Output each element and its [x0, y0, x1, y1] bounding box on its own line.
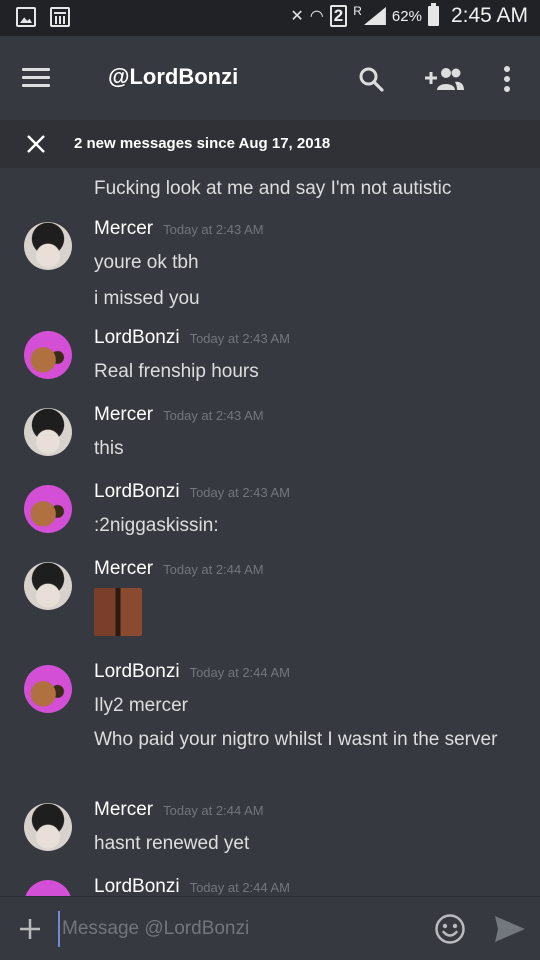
new-messages-bar[interactable]: 2 new messages since Aug 17, 2018	[0, 120, 540, 168]
author-name[interactable]: LordBonzi	[94, 661, 180, 682]
avatar[interactable]	[24, 485, 72, 533]
message-text: :2niggaskissin:	[94, 515, 219, 536]
emoji-icon[interactable]	[434, 913, 466, 945]
message-header: Mercer Today at 2:43 AM	[94, 218, 264, 240]
timestamp: Today at 2:43 AM	[189, 331, 291, 346]
battery-icon	[427, 3, 439, 26]
message-header: LordBonzi Today at 2:44 AM	[94, 876, 290, 896]
battery-percent: 62%	[391, 7, 422, 25]
clock: 2:45 AM	[450, 4, 528, 27]
avatar[interactable]	[24, 803, 72, 851]
timestamp: Today at 2:43 AM	[163, 222, 264, 237]
plus-icon[interactable]	[18, 917, 42, 941]
status-bar-right: ✕ ◠ 2 R 62% 2:45 AM	[290, 3, 528, 28]
message-header: Mercer Today at 2:44 AM	[94, 799, 264, 821]
author-name[interactable]: Mercer	[94, 799, 153, 820]
close-icon[interactable]	[26, 134, 46, 154]
add-friend-icon[interactable]	[424, 66, 464, 92]
message-text: Fucking look at me and say I'm not autis…	[94, 178, 452, 199]
gallery-notification-icon	[16, 7, 36, 27]
send-icon[interactable]	[494, 915, 526, 943]
signal-icon	[363, 7, 386, 25]
search-icon[interactable]	[358, 66, 384, 92]
status-bar: ✕ ◠ 2 R 62% 2:45 AM	[0, 0, 540, 36]
attachment-image[interactable]	[94, 588, 142, 636]
message-text: Real frenship hours	[94, 361, 259, 382]
timestamp: Today at 2:43 AM	[189, 485, 291, 500]
author-name[interactable]: Mercer	[94, 218, 153, 239]
page-title: @LordBonzi	[108, 64, 239, 89]
avatar[interactable]	[24, 880, 72, 896]
timestamp: Today at 2:44 AM	[163, 803, 264, 818]
message-composer	[0, 896, 540, 960]
timestamp: Today at 2:44 AM	[163, 562, 264, 577]
timestamp: Today at 2:43 AM	[163, 408, 264, 423]
message-header: LordBonzi Today at 2:44 AM	[94, 661, 290, 683]
roaming-indicator: R	[353, 4, 362, 18]
author-name[interactable]: LordBonzi	[94, 327, 180, 348]
message-text: hasnt renewed yet	[94, 833, 250, 854]
message-text: i missed you	[94, 288, 200, 309]
author-name[interactable]: Mercer	[94, 558, 153, 579]
sim-indicator: 2	[329, 5, 348, 27]
message-text: Who paid your nigtro whilst I wasnt in t…	[94, 729, 498, 750]
calendar-notification-icon	[50, 7, 70, 27]
message-text: youre ok tbh	[94, 252, 199, 273]
author-name[interactable]: LordBonzi	[94, 876, 180, 896]
app-bar: @LordBonzi	[0, 36, 540, 120]
message-text: this	[94, 438, 124, 459]
message-text: Ily2 mercer	[94, 695, 188, 716]
message-input[interactable]	[58, 911, 408, 947]
message-header: LordBonzi Today at 2:43 AM	[94, 481, 290, 503]
author-name[interactable]: LordBonzi	[94, 481, 180, 502]
message-header: Mercer Today at 2:43 AM	[94, 404, 264, 426]
avatar[interactable]	[24, 222, 72, 270]
message-list[interactable]: Fucking look at me and say I'm not autis…	[0, 168, 540, 896]
wifi-icon: ◠	[309, 8, 324, 25]
mute-icon: ✕	[290, 8, 304, 25]
message-header: LordBonzi Today at 2:43 AM	[94, 327, 290, 349]
avatar[interactable]	[24, 408, 72, 456]
status-bar-left	[16, 7, 70, 27]
new-messages-text: 2 new messages since Aug 17, 2018	[74, 135, 331, 152]
message-header: Mercer Today at 2:44 AM	[94, 558, 264, 580]
more-options-icon[interactable]	[500, 66, 514, 92]
avatar[interactable]	[24, 562, 72, 610]
timestamp: Today at 2:44 AM	[189, 880, 291, 895]
avatar[interactable]	[24, 331, 72, 379]
menu-icon[interactable]	[22, 68, 50, 88]
avatar[interactable]	[24, 665, 72, 713]
author-name[interactable]: Mercer	[94, 404, 153, 425]
timestamp: Today at 2:44 AM	[189, 665, 291, 680]
